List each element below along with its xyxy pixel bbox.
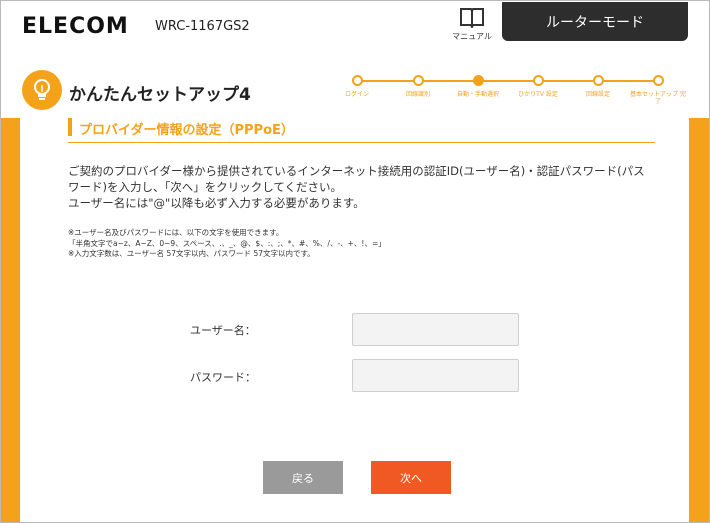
step-line-detect: 回線識別 (388, 75, 448, 98)
step-dot (592, 75, 604, 86)
next-button[interactable]: 次へ (371, 461, 451, 494)
step-dot (532, 75, 544, 86)
step-hikari-tv: ひかりTV 設定 (508, 75, 568, 98)
step-dot (351, 75, 363, 86)
left-accent-bar (1, 118, 20, 522)
step-line-setting: 回線設定 (568, 75, 628, 98)
step-dot (412, 75, 424, 86)
manual-label: マニュアル (452, 32, 492, 41)
step-dot (652, 75, 664, 86)
step-label: 基本セットアップ 完了 (630, 91, 686, 105)
page-title: かんたんセットアップ4 (69, 85, 251, 105)
password-label: パスワード： (190, 371, 256, 384)
username-label: ユーザー名： (190, 324, 256, 337)
lightbulb-icon (22, 70, 62, 110)
model-name: WRC-1167GS2 (155, 19, 250, 34)
manual-link[interactable]: マニュアル (446, 6, 498, 42)
section-divider (68, 142, 655, 143)
setup-stepper: ログイン 回線識別 自動・手動選択 ひかりTV 設定 回線設定 基本セットアップ… (340, 72, 700, 112)
right-accent-bar (689, 118, 709, 522)
step-label: 回線識別 (405, 91, 430, 98)
step-dot-current (472, 75, 484, 86)
book-icon (460, 8, 484, 28)
note-line: 「半角文字でa~z、A~Z、0~9、スペース、.、_、@、$、:、;、*、#、%… (68, 238, 386, 248)
step-complete: 基本セットアップ 完了 (628, 75, 688, 105)
step-auto-manual: 自動・手動選択 (448, 75, 508, 98)
step-label: ひかりTV 設定 (518, 91, 558, 98)
description-line: ユーザー名には"@"以降も必ず入力する必要があります。 (68, 196, 365, 210)
section-marker (68, 118, 72, 136)
description: ご契約のプロバイダー様から提供されているインターネット接続用の認証ID(ユーザー… (68, 163, 648, 211)
description-line: ご契約のプロバイダー様から提供されているインターネット接続用の認証ID(ユーザー… (68, 164, 645, 178)
username-input[interactable] (352, 313, 519, 346)
password-input[interactable] (352, 359, 519, 392)
note-line: ※入力文字数は、ユーザー名 57文字以内、パスワード 57文字以内です。 (68, 249, 315, 258)
back-button[interactable]: 戻る (263, 461, 343, 494)
step-label: 回線設定 (585, 91, 610, 98)
elecom-logo: ELECOM (22, 14, 129, 39)
step-label: ログイン (344, 91, 369, 98)
step-label: 自動・手動選択 (456, 91, 499, 98)
note-line: ※ユーザー名及びパスワードには、以下の文字を使用できます。 (68, 228, 284, 237)
section-title: プロバイダー情報の設定（PPPoE） (79, 123, 294, 138)
router-mode-badge: ルーターモード (502, 2, 688, 41)
step-login: ログイン (327, 75, 387, 98)
notes: ※ユーザー名及びパスワードには、以下の文字を使用できます。 「半角文字でa~z、… (68, 228, 648, 260)
description-line: ワード)を入力し、「次へ」をクリックしてください。 (68, 180, 343, 194)
